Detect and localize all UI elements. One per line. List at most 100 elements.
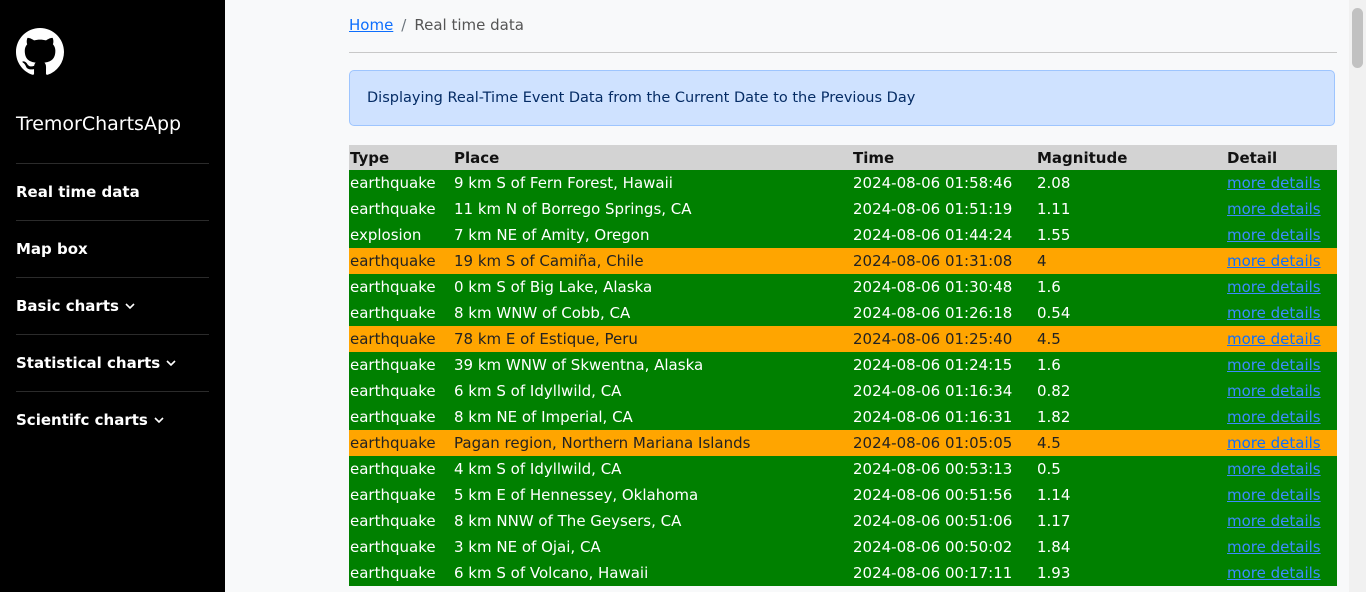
- cell-magnitude: 0.54: [1036, 300, 1226, 326]
- cell-type: earthquake: [349, 248, 453, 274]
- sidebar: TremorChartsApp Real time data Map box Bas…: [0, 0, 225, 592]
- cell-magnitude: 4: [1036, 248, 1226, 274]
- cell-detail: more details: [1226, 248, 1337, 274]
- cell-detail: more details: [1226, 482, 1337, 508]
- cell-magnitude: 1.14: [1036, 482, 1226, 508]
- cell-detail: more details: [1226, 222, 1337, 248]
- cell-time: 2024-08-06 01:44:24: [852, 222, 1036, 248]
- cell-time: 2024-08-06 00:53:13: [852, 456, 1036, 482]
- cell-magnitude: 1.11: [1036, 196, 1226, 222]
- sidebar-item-real-time-data[interactable]: Real time data: [16, 163, 209, 220]
- more-details-link[interactable]: more details: [1227, 330, 1321, 348]
- app-name[interactable]: TremorChartsApp: [16, 113, 181, 135]
- cell-type: earthquake: [349, 352, 453, 378]
- more-details-link[interactable]: more details: [1227, 564, 1321, 582]
- sidebar-item-label: Statistical charts: [16, 354, 161, 372]
- cell-magnitude: 2.08: [1036, 170, 1226, 196]
- cell-type: earthquake: [349, 326, 453, 352]
- cell-detail: more details: [1226, 326, 1337, 352]
- table-row: earthquake 4 km S of Idyllwild, CA 2024-08…: [349, 456, 1337, 482]
- cell-magnitude: 1.6: [1036, 352, 1226, 378]
- table-row: earthquake 3 km NE of Ojai, CA 2024-08-06 …: [349, 534, 1337, 560]
- sidebar-item-label: Basic charts: [16, 297, 119, 315]
- cell-type: earthquake: [349, 378, 453, 404]
- cell-type: earthquake: [349, 430, 453, 456]
- cell-magnitude: 1.55: [1036, 222, 1226, 248]
- sidebar-item-scientifc-charts[interactable]: Scientifc charts: [16, 391, 209, 448]
- cell-place: 7 km NE of Amity, Oregon: [453, 222, 852, 248]
- cell-time: 2024-08-06 01:51:19: [852, 196, 1036, 222]
- table-body: earthquake 9 km S of Fern Forest, Hawaii 2…: [349, 170, 1337, 586]
- cell-time: 2024-08-06 01:58:46: [852, 170, 1036, 196]
- table-row: earthquake 8 km NE of Imperial, CA 2024-08…: [349, 404, 1337, 430]
- more-details-link[interactable]: more details: [1227, 486, 1321, 504]
- cell-time: 2024-08-06 01:16:34: [852, 378, 1036, 404]
- scrollbar-thumb[interactable]: [1352, 8, 1363, 68]
- cell-time: 2024-08-06 01:24:15: [852, 352, 1036, 378]
- more-details-link[interactable]: more details: [1227, 252, 1321, 270]
- cell-detail: more details: [1226, 430, 1337, 456]
- table-row: earthquake 8 km WNW of Cobb, CA 2024-08-06…: [349, 300, 1337, 326]
- cell-type: earthquake: [349, 482, 453, 508]
- cell-detail: more details: [1226, 534, 1337, 560]
- cell-time: 2024-08-06 01:16:31: [852, 404, 1036, 430]
- cell-place: 39 km WNW of Skwentna, Alaska: [453, 352, 852, 378]
- more-details-link[interactable]: more details: [1227, 382, 1321, 400]
- table-row: earthquake 6 km S of Idyllwild, CA 2024-08…: [349, 378, 1337, 404]
- events-table: Type Place Time Magnitude Detail earthqu…: [349, 145, 1337, 586]
- cell-time: 2024-08-06 00:51:06: [852, 508, 1036, 534]
- table-row: earthquake 6 km S of Volcano, Hawaii 2024-…: [349, 560, 1337, 586]
- scrollbar[interactable]: [1349, 0, 1366, 592]
- cell-detail: more details: [1226, 456, 1337, 482]
- cell-place: 78 km E of Estique, Peru: [453, 326, 852, 352]
- more-details-link[interactable]: more details: [1227, 408, 1321, 426]
- cell-type: explosion: [349, 222, 453, 248]
- cell-type: earthquake: [349, 274, 453, 300]
- cell-place: 3 km NE of Ojai, CA: [453, 534, 852, 560]
- cell-time: 2024-08-06 00:50:02: [852, 534, 1036, 560]
- cell-time: 2024-08-06 01:30:48: [852, 274, 1036, 300]
- cell-magnitude: 1.84: [1036, 534, 1226, 560]
- header-type: Type: [349, 145, 453, 170]
- table-row: earthquake 19 km S of Camiña, Chile 2024-0…: [349, 248, 1337, 274]
- cell-place: 6 km S of Volcano, Hawaii: [453, 560, 852, 586]
- cell-magnitude: 1.93: [1036, 560, 1226, 586]
- cell-type: earthquake: [349, 404, 453, 430]
- cell-place: 11 km N of Borrego Springs, CA: [453, 196, 852, 222]
- sidebar-item-map-box[interactable]: Map box: [16, 220, 209, 277]
- more-details-link[interactable]: more details: [1227, 304, 1321, 322]
- cell-magnitude: 1.82: [1036, 404, 1226, 430]
- cell-type: earthquake: [349, 300, 453, 326]
- cell-time: 2024-08-06 00:17:11: [852, 560, 1036, 586]
- more-details-link[interactable]: more details: [1227, 278, 1321, 296]
- sidebar-item-label: Scientifc charts: [16, 411, 148, 429]
- cell-time: 2024-08-06 01:26:18: [852, 300, 1036, 326]
- table-row: earthquake 0 km S of Big Lake, Alaska 2024…: [349, 274, 1337, 300]
- more-details-link[interactable]: more details: [1227, 434, 1321, 452]
- sidebar-item-label: Real time data: [16, 183, 140, 201]
- github-icon[interactable]: [16, 28, 64, 76]
- table-row: earthquake 9 km S of Fern Forest, Hawaii 2…: [349, 170, 1337, 196]
- cell-place: 8 km WNW of Cobb, CA: [453, 300, 852, 326]
- cell-type: earthquake: [349, 534, 453, 560]
- more-details-link[interactable]: more details: [1227, 356, 1321, 374]
- table-header-row: Type Place Time Magnitude Detail: [349, 145, 1337, 170]
- table-row: earthquake 39 km WNW of Skwentna, Alaska 2…: [349, 352, 1337, 378]
- more-details-link[interactable]: more details: [1227, 226, 1321, 244]
- breadcrumb-home-link[interactable]: Home: [349, 16, 393, 34]
- breadcrumb-current: Real time data: [414, 16, 524, 34]
- more-details-link[interactable]: more details: [1227, 200, 1321, 218]
- sidebar-item-statistical-charts[interactable]: Statistical charts: [16, 334, 209, 391]
- info-alert: Displaying Real-Time Event Data from the…: [349, 70, 1335, 126]
- more-details-link[interactable]: more details: [1227, 538, 1321, 556]
- cell-time: 2024-08-06 01:05:05: [852, 430, 1036, 456]
- cell-time: 2024-08-06 01:25:40: [852, 326, 1036, 352]
- sidebar-item-basic-charts[interactable]: Basic charts: [16, 277, 209, 334]
- cell-magnitude: 0.82: [1036, 378, 1226, 404]
- cell-place: 6 km S of Idyllwild, CA: [453, 378, 852, 404]
- cell-place: 0 km S of Big Lake, Alaska: [453, 274, 852, 300]
- more-details-link[interactable]: more details: [1227, 460, 1321, 478]
- more-details-link[interactable]: more details: [1227, 174, 1321, 192]
- cell-magnitude: 0.5: [1036, 456, 1226, 482]
- more-details-link[interactable]: more details: [1227, 512, 1321, 530]
